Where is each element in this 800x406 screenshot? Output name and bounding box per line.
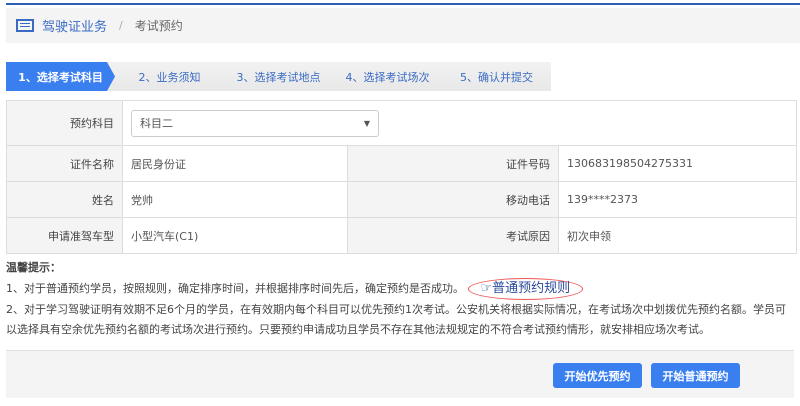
step-progress: 1、选择考试科目 2、业务须知 3、选择考试地点 4、选择考试场次 5、确认并提… — [6, 62, 551, 91]
footer-bar: 开始优先预约 开始普通预约 — [6, 350, 794, 398]
vehicle-type-label: 申请准驾车型 — [6, 217, 123, 254]
phone-value: 139****2373 — [558, 181, 797, 218]
list-icon — [16, 19, 34, 32]
id-type-value: 居民身份证 — [122, 145, 348, 182]
caret-down-icon: ▼ — [363, 118, 370, 128]
tips-title: 温馨提示： — [6, 261, 61, 274]
subject-value: 科目二 — [140, 117, 173, 130]
normal-rule-label: 普通预约规则 — [492, 281, 571, 296]
breadcrumb-current: 考试预约 — [134, 19, 183, 33]
name-label: 姓名 — [6, 181, 123, 218]
breadcrumb-root[interactable]: 驾驶证业务 — [42, 16, 107, 35]
step-1: 1、选择考试科目 — [6, 62, 115, 91]
breadcrumb: 驾驶证业务 / 考试预约 — [6, 8, 800, 43]
tip-2: 2、对于学习驾驶证明有效期不足6个月的学员，在有效期内每个科目可以优先预约1次考… — [6, 303, 786, 336]
tip-1: 1、对于普通预约学员，按照规则，确定排序时间，并根据排序时间先后，确定预约是否成… — [6, 282, 464, 295]
normal-rule-link[interactable]: ☞普通预约规则 — [467, 278, 584, 300]
step-2: 2、业务须知 — [138, 70, 201, 84]
start-normal-booking-button[interactable]: 开始普通预约 — [651, 363, 740, 388]
name-value: 党帅 — [122, 181, 348, 218]
subject-label: 预约科目 — [6, 100, 123, 146]
breadcrumb-separator: / — [119, 19, 123, 32]
step-4: 4、选择考试场次 — [345, 70, 430, 84]
phone-label: 移动电话 — [347, 181, 559, 218]
start-priority-booking-button[interactable]: 开始优先预约 — [553, 363, 642, 388]
exam-reason-label: 考试原因 — [347, 217, 559, 254]
step-5: 5、确认并提交 — [460, 70, 533, 84]
vehicle-type-value: 小型汽车(C1) — [122, 217, 348, 254]
id-type-label: 证件名称 — [6, 145, 123, 182]
tips-section: 温馨提示： 1、对于普通预约学员，按照规则，确定排序时间，并根据排序时间先后，确… — [6, 258, 796, 340]
subject-select[interactable]: 科目二 ▼ — [131, 109, 379, 137]
step-3: 3、选择考试地点 — [236, 70, 321, 84]
top-border — [6, 3, 800, 5]
id-number-label: 证件号码 — [347, 145, 559, 182]
id-number-value: 130683198504275331 — [558, 145, 797, 182]
applicant-info-table: 预约科目 科目二 ▼ 证件名称 居民身份证 证件号码 1306831985042… — [6, 100, 797, 254]
thumb-icon: ☞ — [480, 281, 493, 296]
exam-reason-value: 初次申领 — [558, 217, 797, 254]
